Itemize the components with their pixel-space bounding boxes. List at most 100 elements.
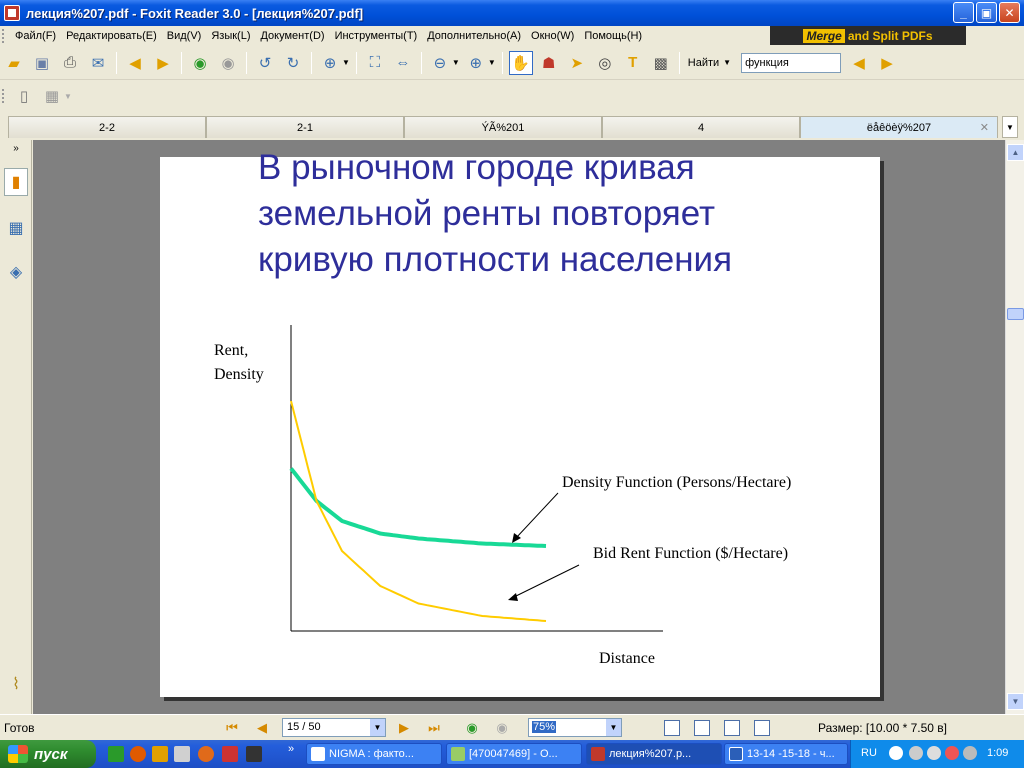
zoom-level-field[interactable]: 75% ▼ <box>528 718 622 737</box>
title-bar[interactable]: лекция%207.pdf - Foxit Reader 3.0 - [лек… <box>0 0 1024 26</box>
scroll-up-icon[interactable]: ▲ <box>1007 144 1024 161</box>
tab-201[interactable]: ÝÃ%201 <box>404 116 602 138</box>
chevron-down-icon[interactable]: ▼ <box>488 58 496 67</box>
open-folder-icon[interactable]: ▰ <box>2 51 26 75</box>
pdf-page[interactable]: В рыночном городе кривая земельной ренты… <box>160 148 880 697</box>
next-page-icon[interactable]: ▶ <box>151 51 175 75</box>
tray-antivirus-icon[interactable] <box>945 746 959 760</box>
menu-file[interactable]: Файл(F) <box>10 30 61 42</box>
print-icon[interactable]: ⎙ <box>58 51 82 75</box>
foxit-app-icon[interactable] <box>4 5 20 21</box>
task-label: [470047469] - О... <box>469 748 558 760</box>
bookmarks-icon[interactable]: ▮ <box>4 168 28 196</box>
menu-tools[interactable]: Инструменты(T) <box>330 30 423 42</box>
facing-view-icon[interactable] <box>724 720 740 736</box>
save-icon[interactable]: ▣ <box>30 51 54 75</box>
quicklaunch-tool-icon[interactable] <box>152 746 168 762</box>
tab-2-1[interactable]: 2-1 <box>206 116 404 138</box>
text-select-icon[interactable]: T <box>621 51 645 75</box>
page-thumbnails-icon[interactable]: ▦ <box>4 214 28 242</box>
menu-language[interactable]: Язык(L) <box>206 30 255 42</box>
page-icon[interactable]: ▯ <box>12 84 36 108</box>
close-button[interactable]: ✕ <box>999 2 1020 23</box>
toolbar-grip[interactable] <box>2 89 10 103</box>
hand-tool-icon[interactable]: ✋ <box>508 50 533 75</box>
taskbar-button-word[interactable]: 13-14 -15-18 - ч... <box>724 743 848 765</box>
email-icon[interactable]: ✉ <box>86 51 110 75</box>
tray-network-icon[interactable] <box>909 746 923 760</box>
continuous-facing-view-icon[interactable] <box>754 720 770 736</box>
tab-close-icon[interactable]: ✕ <box>980 121 989 134</box>
quicklaunch-app-icon[interactable] <box>108 746 124 762</box>
minimize-button[interactable]: _ <box>953 2 974 23</box>
tray-back-icon[interactable] <box>889 746 903 760</box>
start-button[interactable]: пуск <box>0 740 96 768</box>
forward-view-icon[interactable]: ◉ <box>494 720 510 736</box>
tray-search-icon[interactable] <box>927 746 941 760</box>
next-page-status-icon[interactable]: ▶ <box>396 720 412 736</box>
prev-page-icon[interactable]: ◀ <box>254 720 270 736</box>
camera-icon[interactable]: ▩ <box>649 51 673 75</box>
taskbar-button-chat[interactable]: [470047469] - О... <box>446 743 582 765</box>
quicklaunch-chevron[interactable]: » <box>288 743 294 755</box>
zoom-in-tool-icon[interactable]: ⊕ <box>318 51 342 75</box>
find-previous-icon[interactable]: ◀ <box>847 51 871 75</box>
go-forward-icon[interactable]: ◉ <box>216 51 240 75</box>
vertical-scrollbar[interactable]: ▲ ▼ <box>1005 140 1024 714</box>
zoom-in-icon[interactable]: ⊕ <box>464 51 488 75</box>
last-page-icon[interactable]: ⏭ <box>426 720 442 736</box>
find-next-icon[interactable]: ▶ <box>875 51 899 75</box>
menu-edit[interactable]: Редактировать(E) <box>61 30 162 42</box>
taskbar-button-foxit[interactable]: лекция%207.p... <box>586 743 722 765</box>
taskbar-button-nigma[interactable]: NIGMA : факто... <box>306 743 442 765</box>
tab-list-chevron-icon[interactable]: ▼ <box>1002 116 1018 138</box>
menu-help[interactable]: Помощь(H) <box>579 30 647 42</box>
zoom-out-icon[interactable]: ⊖ <box>428 51 452 75</box>
language-indicator[interactable]: RU <box>861 747 877 759</box>
single-page-view-icon[interactable] <box>664 720 680 736</box>
page-number-field[interactable]: 15 / 50 ▼ <box>282 718 386 737</box>
checker-icon[interactable]: ▦ <box>40 84 64 108</box>
select-arrow-icon[interactable]: ➤ <box>565 51 589 75</box>
go-back-icon[interactable]: ◉ <box>188 51 212 75</box>
find-input[interactable] <box>741 52 842 73</box>
tray-volume-icon[interactable] <box>963 746 977 760</box>
merge-split-banner[interactable]: Merge and Split PDFs <box>770 26 966 45</box>
foxit-icon <box>591 747 605 761</box>
maximize-button[interactable]: ▣ <box>976 2 997 23</box>
menu-grip[interactable] <box>2 29 10 43</box>
back-view-icon[interactable]: ◉ <box>464 720 480 736</box>
tab-lecture-207[interactable]: ëåêöèÿ%207 ✕ <box>800 116 998 138</box>
chevron-down-icon[interactable]: ▼ <box>64 92 72 101</box>
scroll-down-icon[interactable]: ▼ <box>1007 693 1024 710</box>
quicklaunch-picture-icon[interactable] <box>222 746 238 762</box>
rotate-right-icon[interactable]: ↻ <box>281 51 305 75</box>
chevron-down-icon[interactable]: ▼ <box>370 719 385 736</box>
menu-window[interactable]: Окно(W) <box>526 30 579 42</box>
chevron-down-icon[interactable]: ▼ <box>452 58 460 67</box>
layers-icon[interactable]: ◈ <box>4 258 28 286</box>
quicklaunch-firefox-icon[interactable] <box>198 746 214 762</box>
binoculars-icon[interactable]: ◎ <box>593 51 617 75</box>
chevron-down-icon[interactable]: ▼ <box>606 719 621 736</box>
quicklaunch-browser-icon[interactable] <box>130 746 146 762</box>
menu-advanced[interactable]: Дополнительно(A) <box>422 30 526 42</box>
tab-4[interactable]: 4 <box>602 116 800 138</box>
tab-2-2[interactable]: 2-2 <box>8 116 206 138</box>
chevron-down-icon[interactable]: ▼ <box>723 58 731 67</box>
expand-panel-icon[interactable]: » <box>4 140 28 156</box>
attachments-icon[interactable]: ⌇ <box>4 670 28 698</box>
chevron-down-icon[interactable]: ▼ <box>342 58 350 67</box>
snapshot-reader-icon[interactable]: ☗ <box>537 51 561 75</box>
fit-page-icon[interactable]: ⛶ <box>363 51 387 75</box>
quicklaunch-edit-icon[interactable] <box>174 746 190 762</box>
continuous-view-icon[interactable] <box>694 720 710 736</box>
menu-view[interactable]: Вид(V) <box>162 30 207 42</box>
first-page-icon[interactable]: ⏮ <box>224 720 240 736</box>
fit-width-icon[interactable]: ⇔ <box>391 51 415 75</box>
scrollbar-thumb[interactable] <box>1007 308 1024 320</box>
menu-document[interactable]: Документ(D) <box>255 30 329 42</box>
rotate-left-icon[interactable]: ↺ <box>253 51 277 75</box>
quicklaunch-desktop-icon[interactable] <box>246 746 262 762</box>
previous-page-icon[interactable]: ◀ <box>123 51 147 75</box>
